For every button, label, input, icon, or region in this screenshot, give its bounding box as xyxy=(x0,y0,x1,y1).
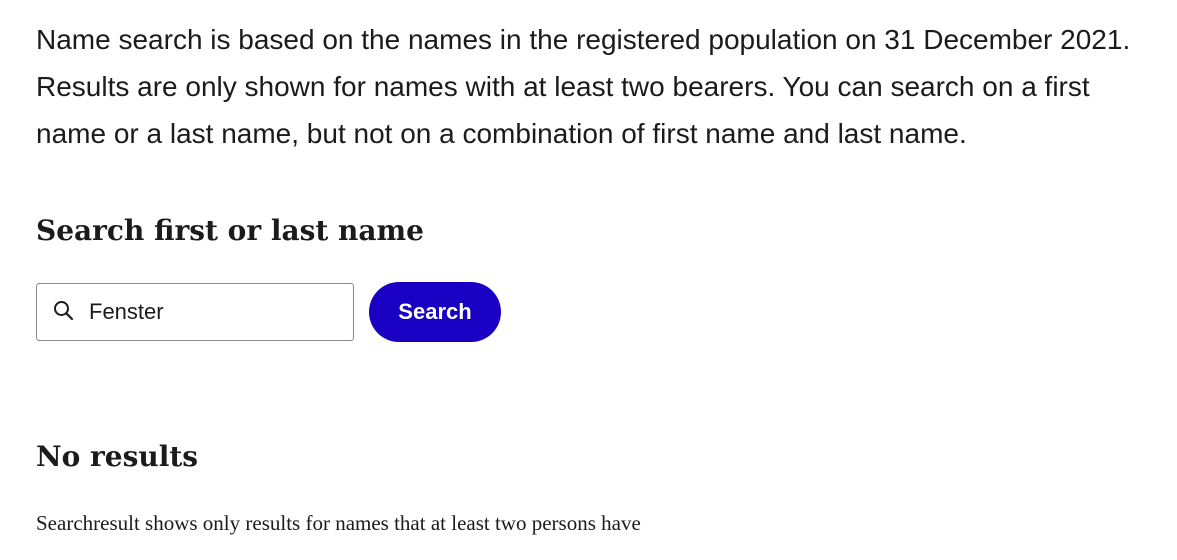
search-heading: Search first or last name xyxy=(36,214,424,247)
search-field[interactable] xyxy=(36,283,354,341)
results-note: Searchresult shows only results for name… xyxy=(36,511,641,535)
results-heading: No results xyxy=(36,440,199,473)
search-icon xyxy=(52,299,76,323)
search-button[interactable]: Search xyxy=(369,282,501,342)
name-search-page: Name search is based on the names in the… xyxy=(0,0,1177,560)
search-form: Search xyxy=(36,282,501,342)
intro-text: Name search is based on the names in the… xyxy=(36,24,1131,149)
search-input[interactable] xyxy=(89,284,347,340)
